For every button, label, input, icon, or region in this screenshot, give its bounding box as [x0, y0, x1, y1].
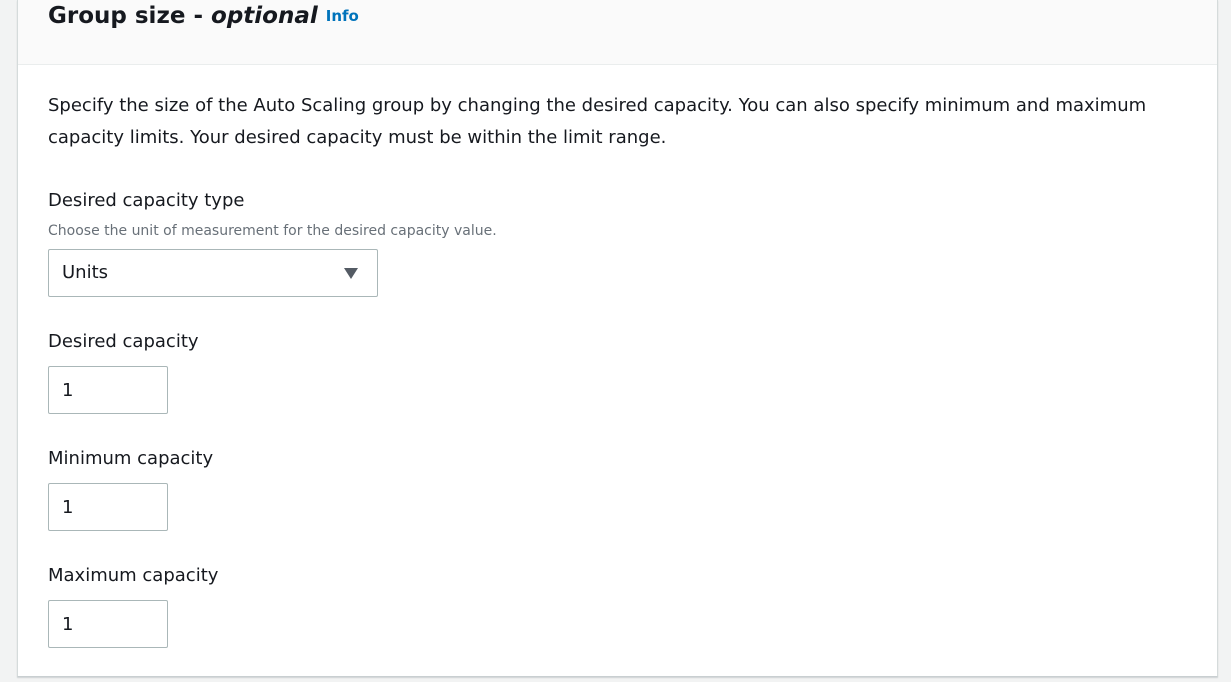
panel-title-optional: optional — [211, 3, 318, 29]
info-link[interactable]: Info — [326, 7, 359, 25]
group-size-panel: Group size - optional Info Specify the si… — [17, 0, 1218, 677]
caret-down-icon — [344, 268, 358, 279]
panel-title-dash: - — [193, 3, 203, 29]
desired-capacity-type-value: Units — [62, 262, 109, 283]
minimum-capacity-input[interactable] — [48, 483, 168, 531]
desired-capacity-type-label: Desired capacity type — [48, 190, 245, 211]
desired-capacity-type-hint: Choose the unit of measurement for the d… — [48, 223, 497, 239]
minimum-capacity-label: Minimum capacity — [48, 448, 214, 469]
desired-capacity-input[interactable] — [48, 366, 168, 414]
desired-capacity-label: Desired capacity — [48, 331, 199, 352]
desired-capacity-type-select[interactable]: Units — [48, 249, 378, 297]
maximum-capacity-label: Maximum capacity — [48, 565, 219, 586]
panel-title: Group size - optional Info — [48, 1, 359, 31]
maximum-capacity-input[interactable] — [48, 600, 168, 648]
panel-header: Group size - optional Info — [18, 0, 1217, 65]
panel-title-text: Group size — [48, 3, 186, 29]
section-description: Specify the size of the Auto Scaling gro… — [48, 95, 1147, 148]
